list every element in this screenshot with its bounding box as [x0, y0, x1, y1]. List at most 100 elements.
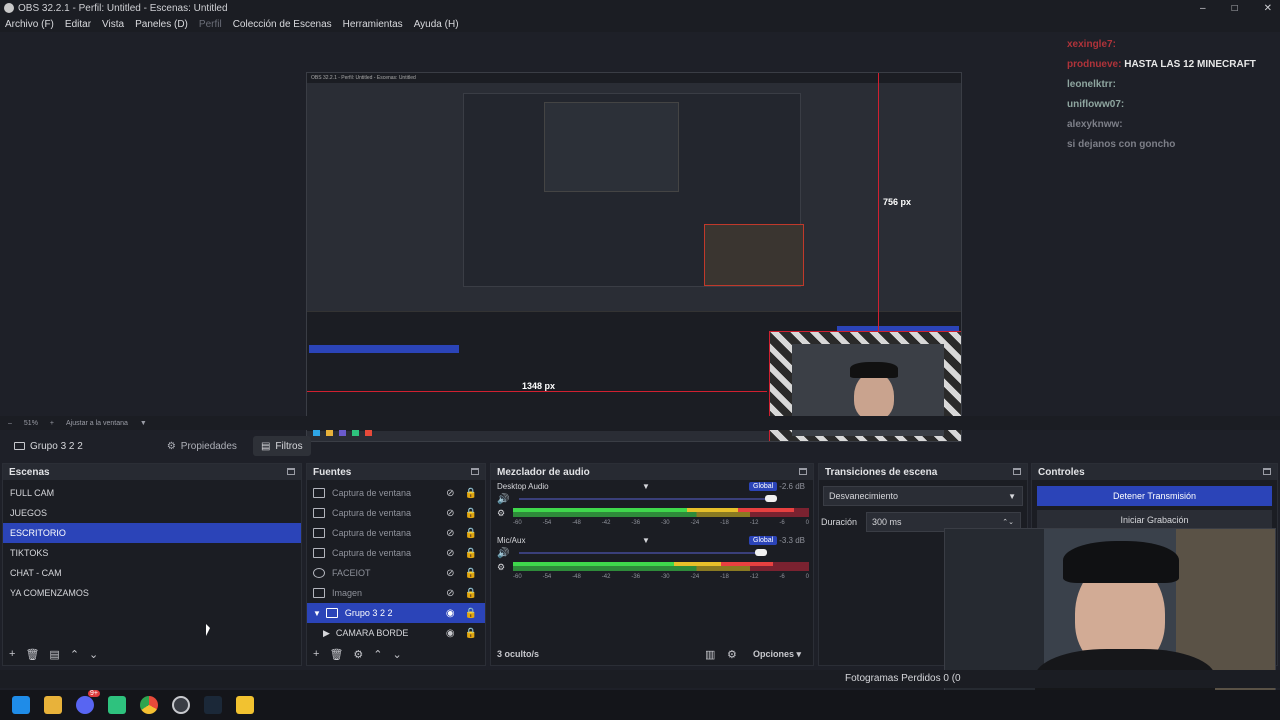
volume-thumb[interactable] — [755, 549, 767, 556]
close-button[interactable]: ✕ — [1264, 3, 1272, 14]
audio-footer: 3 oculto/s ▥ ⚙ Opciones ▾ — [491, 643, 813, 665]
green-app-icon[interactable] — [108, 696, 126, 714]
source-item[interactable]: FACEIOT ⊘ 🔒 — [307, 563, 485, 583]
speaker-icon[interactable]: 🔊 — [497, 494, 509, 505]
window-icon — [313, 488, 325, 498]
notification-badge: 9+ — [88, 690, 100, 697]
layout-icon[interactable]: ▥ — [705, 648, 715, 661]
title-bar: OBS 32.2.1 - Perfil: Untitled - Escenas:… — [0, 0, 1280, 16]
undock-icon[interactable] — [287, 468, 295, 475]
window-icon — [313, 548, 325, 558]
hidden-eye-icon[interactable]: ⊘ — [446, 548, 454, 559]
sticky-icon[interactable] — [236, 696, 254, 714]
menu-ayuda[interactable]: Ayuda (H) — [414, 19, 459, 30]
minimize-button[interactable]: – — [1200, 3, 1206, 14]
spinner-icon[interactable]: ⌃⌄ — [1002, 518, 1014, 526]
preview-canvas[interactable]: OBS 32.2.1 - Perfil: Untitled - Escenas:… — [306, 72, 962, 442]
mixer-settings-icon[interactable]: ⚙ — [497, 562, 505, 573]
hidden-eye-icon[interactable]: ⊘ — [446, 528, 454, 539]
scene-item-juegos[interactable]: JUEGOS — [3, 503, 301, 523]
hidden-eye-icon[interactable]: ⊘ — [446, 508, 454, 519]
add-icon[interactable]: + — [313, 648, 319, 660]
menu-herramientas[interactable]: Herramientas — [343, 19, 403, 30]
obs-icon[interactable] — [172, 696, 190, 714]
steam-icon[interactable] — [204, 696, 222, 714]
maximize-button[interactable]: □ — [1232, 3, 1238, 14]
trash-icon[interactable]: 🗑 — [25, 648, 39, 661]
chat-line: alexyknww: — [1067, 119, 1123, 130]
zoom-out-button[interactable]: – — [8, 420, 12, 427]
mixer-settings-icon[interactable]: ⚙ — [497, 508, 505, 519]
undock-icon[interactable] — [1013, 468, 1021, 475]
menu-vista[interactable]: Vista — [102, 19, 124, 30]
filter-icon[interactable]: ▤ — [49, 648, 59, 661]
volume-slider[interactable] — [519, 495, 815, 503]
discord-icon[interactable]: 9+ — [76, 690, 100, 714]
source-item[interactable]: Captura de ventana ⊘ 🔒 — [307, 523, 485, 543]
options-button[interactable]: Opciones ▾ — [753, 649, 801, 660]
undock-icon[interactable] — [799, 468, 807, 475]
lock-icon[interactable]: 🔒 — [465, 488, 477, 499]
start-recording-button[interactable]: Iniciar Grabación — [1037, 510, 1272, 530]
chevron-down-icon[interactable]: ▼ — [642, 536, 650, 545]
zoom-in-button[interactable]: + — [50, 420, 54, 427]
chevron-down-icon[interactable]: ▼ — [313, 609, 321, 618]
volume-thumb[interactable] — [765, 495, 777, 502]
preview-area[interactable]: OBS 32.2.1 - Perfil: Untitled - Escenas:… — [0, 32, 1280, 442]
menu-paneles[interactable]: Paneles (D) — [135, 19, 188, 30]
windows-icon[interactable] — [12, 696, 30, 714]
move-down-icon[interactable]: ⌄ — [89, 648, 98, 661]
hidden-eye-icon[interactable]: ⊘ — [446, 488, 454, 499]
chrome-icon[interactable] — [140, 696, 158, 714]
scene-item-tiktoks[interactable]: TIKTOKS — [3, 543, 301, 563]
menu-editar[interactable]: Editar — [65, 19, 91, 30]
gear-icon[interactable]: ⚙ — [353, 648, 363, 661]
audio-channel-mic: Mic/Aux ▼ Global -3.3 dB 🔊 ⚙ -60 -54 -48 -4… — [491, 534, 813, 588]
eye-icon[interactable]: ◉ — [446, 608, 455, 619]
lock-icon[interactable]: 🔒 — [465, 608, 477, 619]
chat-line: xexingle7: — [1067, 39, 1116, 50]
undock-icon[interactable] — [471, 468, 479, 475]
source-item[interactable]: ▶ CAMARA BORDE ◉ 🔒 — [307, 623, 485, 643]
lock-icon[interactable]: 🔒 — [465, 628, 477, 639]
lock-icon[interactable]: 🔒 — [465, 568, 477, 579]
lock-icon[interactable]: 🔒 — [465, 508, 477, 519]
source-item[interactable]: Captura de ventana ⊘ 🔒 — [307, 483, 485, 503]
filters-button[interactable]: ▤ Filtros — [252, 436, 311, 456]
eye-icon[interactable]: ◉ — [446, 628, 455, 639]
add-icon[interactable]: + — [9, 648, 15, 660]
properties-button[interactable]: ⚙ Propiedades — [159, 436, 245, 456]
chevron-down-icon[interactable]: ▼ — [642, 482, 650, 491]
chevron-down-icon[interactable]: ▼ — [1008, 492, 1016, 501]
move-up-icon[interactable]: ⌃ — [70, 648, 79, 661]
lock-icon[interactable]: 🔒 — [465, 548, 477, 559]
volume-slider[interactable] — [519, 549, 815, 557]
scene-item-full-cam[interactable]: FULL CAM — [3, 483, 301, 503]
speaker-icon[interactable]: 🔊 — [497, 548, 509, 559]
chevron-down-icon[interactable]: ▼ — [140, 420, 147, 427]
lock-icon[interactable]: 🔒 — [465, 528, 477, 539]
file-explorer-icon[interactable] — [44, 696, 62, 714]
move-up-icon[interactable]: ⌃ — [373, 648, 382, 661]
source-item[interactable]: Captura de ventana ⊘ 🔒 — [307, 543, 485, 563]
stop-stream-button[interactable]: Detener Transmisión — [1037, 486, 1272, 506]
transition-select[interactable]: Desvanecimiento ▼ — [823, 486, 1023, 506]
source-item-group[interactable]: ▼ Grupo 3 2 2 ◉ 🔒 — [307, 603, 485, 623]
lock-icon[interactable]: 🔒 — [465, 588, 477, 599]
db-readout: -2.6 dB — [779, 482, 805, 491]
advanced-audio-icon[interactable]: ⚙ — [727, 648, 737, 661]
scene-item-escritorio[interactable]: ESCRITORIO — [3, 523, 301, 543]
hidden-eye-icon[interactable]: ⊘ — [446, 568, 454, 579]
hidden-eye-icon[interactable]: ⊘ — [446, 588, 454, 599]
fit-window-select[interactable]: Ajustar a la ventana — [66, 420, 128, 427]
source-item[interactable]: Imagen ⊘ 🔒 — [307, 583, 485, 603]
undock-icon[interactable] — [1263, 468, 1271, 475]
trash-icon[interactable]: 🗑 — [329, 648, 343, 661]
scene-item-chat-cam[interactable]: CHAT - CAM — [3, 563, 301, 583]
scene-item-ya-comenzamos[interactable]: YA COMENZAMOS — [3, 583, 301, 603]
menu-archivo[interactable]: Archivo (F) — [5, 19, 54, 30]
image-icon — [313, 588, 325, 598]
move-down-icon[interactable]: ⌄ — [393, 648, 402, 661]
source-item[interactable]: Captura de ventana ⊘ 🔒 — [307, 503, 485, 523]
menu-coleccion-escenas[interactable]: Colección de Escenas — [233, 19, 332, 30]
